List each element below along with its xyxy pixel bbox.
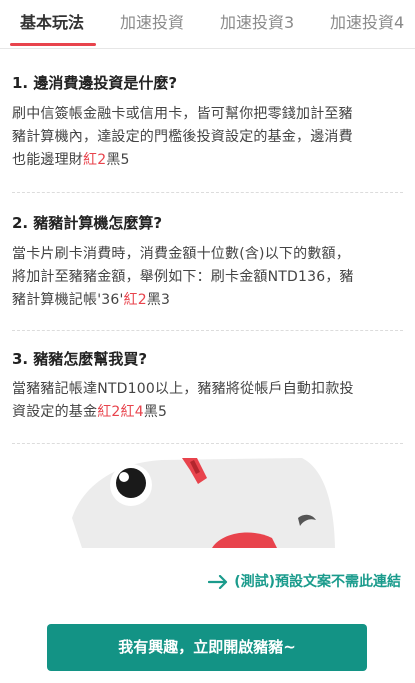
tab-accelerate-invest[interactable]: 加速投資 (120, 0, 184, 48)
arrow-right-icon (208, 574, 228, 590)
faq-question: 1. 邊消費邊投資是什麼? (12, 74, 178, 92)
link-label: (測試)預設文案不需此連結 (234, 574, 401, 590)
piggy-mascot-illustration (72, 458, 335, 548)
tab-basic-play[interactable]: 基本玩法 (20, 0, 84, 48)
tab-bar: 基本玩法 加速投資 加速投資3 加速投資4 (0, 0, 415, 49)
tab-accelerate-invest-4[interactable]: 加速投資4 (330, 0, 404, 48)
answer-text: 黑3 (146, 292, 171, 308)
open-piggy-button[interactable]: 我有興趣，立即開啟豬豬~ (47, 624, 367, 671)
answer-text: 黑5 (106, 152, 130, 168)
red-highlight-text: 紅2紅4 (97, 404, 144, 420)
red-highlight-text: 紅2 (83, 152, 107, 168)
faq-item: 2. 豬豬計算機怎麼算? 當卡片刷卡消費時，消費金額十位數(含)以下的數額， 將… (12, 193, 403, 331)
answer-text: 刷中信簽帳金融卡或信用卡，皆可幫你把零錢加計至豬 (12, 106, 353, 122)
faq-answer: 當豬豬記帳達NTD100以上，豬豬將從帳戶自動扣款投 資設定的基金紅2紅4黑5 (12, 369, 403, 424)
answer-text: 豬計算機記帳'36' (12, 292, 124, 308)
answer-text: 當卡片刷卡消費時，消費金額十位數(含)以下的數額， (12, 246, 350, 262)
answer-text: 資設定的基金 (12, 404, 98, 420)
answer-text: 也能邊理財 (12, 152, 83, 168)
faq-question: 2. 豬豬計算機怎麼算? (12, 214, 163, 232)
answer-text: 黑5 (143, 404, 168, 420)
answer-text: 當豬豬記帳達NTD100以上，豬豬將從帳戶自動扣款投 (12, 381, 354, 397)
faq-answer: 刷中信簽帳金融卡或信用卡，皆可幫你把零錢加計至豬 豬計算機內，達設定的門檻後投資… (12, 93, 403, 172)
active-tab-indicator (10, 43, 96, 46)
answer-text: 將加計至豬豬金額，舉例如下：刷卡金額NTD136，豬 (12, 269, 354, 285)
faq-question: 3. 豬豬怎麼幫我買? (12, 350, 148, 368)
answer-text: 豬計算機內，達設定的門檻後投資設定的基金，邊消費 (12, 129, 353, 145)
faq-item: 1. 邊消費邊投資是什麼? 刷中信簽帳金融卡或信用卡，皆可幫你把零錢加計至豬 豬… (12, 48, 403, 193)
tab-accelerate-invest-3[interactable]: 加速投資3 (220, 0, 294, 48)
faq-answer: 當卡片刷卡消費時，消費金額十位數(含)以下的數額， 將加計至豬豬金額，舉例如下：… (12, 233, 403, 312)
faq-list: 1. 邊消費邊投資是什麼? 刷中信簽帳金融卡或信用卡，皆可幫你把零錢加計至豬 豬… (12, 48, 403, 444)
default-copy-link[interactable]: (測試)預設文案不需此連結 (208, 570, 401, 594)
red-highlight-text: 紅2 (123, 292, 147, 308)
faq-item: 3. 豬豬怎麼幫我買? 當豬豬記帳達NTD100以上，豬豬將從帳戶自動扣款投 資… (12, 331, 403, 444)
